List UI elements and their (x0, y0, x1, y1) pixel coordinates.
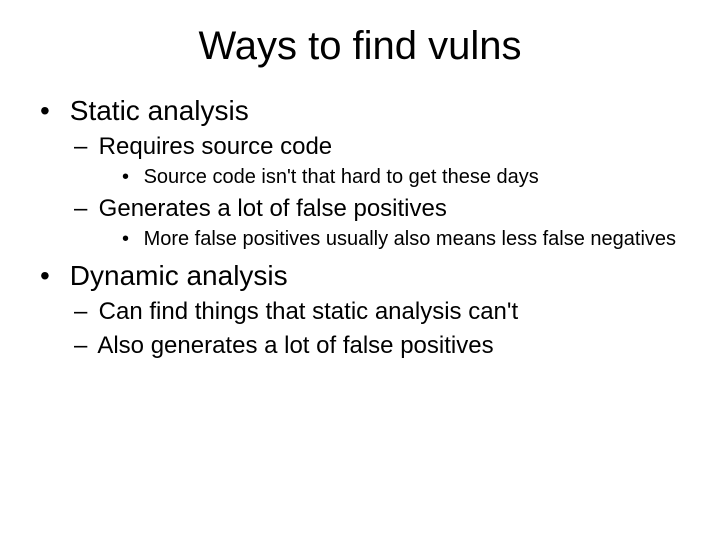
bullet-label: Generates a lot of false positives (99, 195, 447, 222)
bullet-label: Dynamic analysis (70, 260, 288, 291)
bullet-label: Requires source code (99, 133, 332, 160)
bullet-label: Static analysis (70, 95, 249, 126)
bullet-static-analysis: Static analysis Requires source code Sou… (40, 93, 690, 252)
bullet-label: Also generates a lot of false positives (97, 332, 493, 359)
bullet-requires-source: Requires source code Source code isn't t… (74, 132, 690, 190)
bullet-label: Source code isn't that hard to get these… (144, 166, 539, 188)
bullet-dynamic-fp: Also generates a lot of false positives (74, 331, 690, 361)
sub-sub-list: Source code isn't that hard to get these… (92, 165, 690, 190)
sub-list: Requires source code Source code isn't t… (40, 132, 690, 252)
bullet-dynamic-find: Can find things that static analysis can… (74, 297, 690, 327)
bullet-fp-fn: More false positives usually also means … (122, 227, 690, 252)
bullet-label: Can find things that static analysis can… (99, 298, 518, 325)
bullet-list: Static analysis Requires source code Sou… (30, 93, 690, 361)
bullet-dynamic-analysis: Dynamic analysis Can find things that st… (40, 258, 690, 361)
sub-list: Can find things that static analysis can… (40, 297, 690, 361)
bullet-source-easy: Source code isn't that hard to get these… (122, 165, 690, 190)
slide-title: Ways to find vulns (30, 24, 690, 69)
bullet-label: More false positives usually also means … (144, 228, 676, 250)
slide: Ways to find vulns Static analysis Requi… (0, 0, 720, 540)
bullet-false-positives: Generates a lot of false positives More … (74, 194, 690, 252)
sub-sub-list: More false positives usually also means … (92, 227, 690, 252)
